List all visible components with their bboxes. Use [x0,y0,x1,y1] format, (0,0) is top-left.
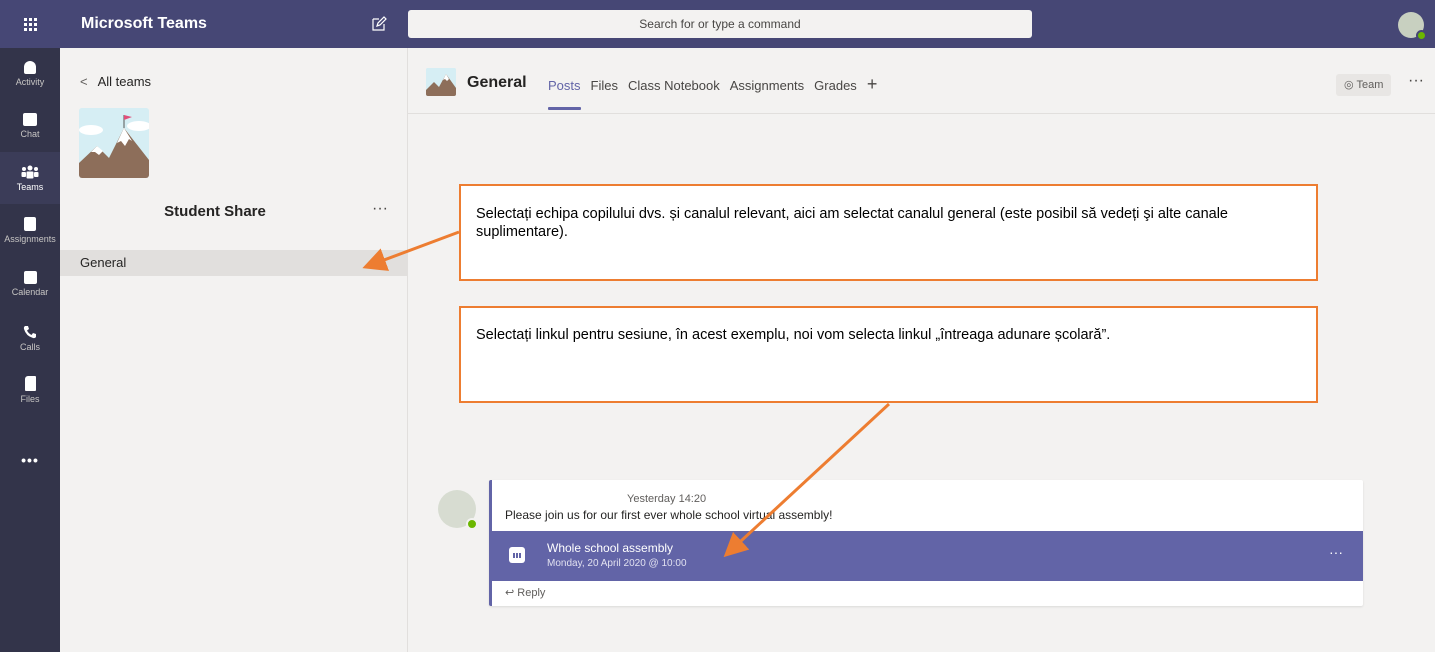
rail-item-label: Calls [19,341,40,352]
mountain-icon [79,108,149,178]
chat-icon [23,113,37,126]
rail-item-label: Teams [16,181,44,192]
tab-files[interactable]: Files [591,78,618,93]
calendar-icon [509,547,525,563]
mountain-icon [426,68,456,96]
team-more-options-button[interactable]: ··· [372,200,388,218]
new-chat-button[interactable] [371,16,387,32]
post-card: Yesterday 14:20 Please join us for our f… [489,480,1363,606]
rail-item-files[interactable]: Files [0,364,60,416]
post-timestamp: Yesterday 14:20 [627,493,707,505]
team-name: Student Share [164,203,266,220]
app-rail: Activity Chat Teams Assignments Calendar… [0,48,60,652]
rail-item-label: Assignments [4,233,56,244]
eye-icon: ◎ [1344,79,1357,91]
app-launcher-button[interactable] [0,0,60,48]
profile-avatar[interactable] [1398,12,1427,41]
instruction-callout-meeting: Selectați linkul pentru sesiune, în aces… [459,306,1318,403]
reply-button[interactable]: ↩ Reply [505,586,545,599]
rail-item-label: Calendar [11,287,49,297]
waffle-icon [23,17,37,31]
top-bar: Microsoft Teams Search for or type a com… [0,0,1435,48]
reply-label: Reply [517,587,546,599]
tab-posts[interactable]: Posts [548,78,581,110]
phone-icon [23,325,36,338]
file-icon [24,376,36,391]
chevron-left-icon: < [80,74,88,89]
rail-item-label: Files [20,394,40,404]
team-button[interactable]: ◎ Team [1336,74,1392,96]
channel-more-options-button[interactable]: ··· [1408,72,1424,90]
more-apps-button[interactable]: ••• [0,452,60,472]
channel-team-icon [426,68,456,96]
post-text: Please join us for our first ever whole … [505,508,833,522]
rail-item-assignments[interactable]: Assignments [0,204,60,256]
presence-available-icon [466,518,478,530]
channel-tabs: Posts Files Class Notebook Assignments G… [548,75,878,110]
team-picture [79,108,149,178]
all-teams-label: All teams [97,74,152,89]
meeting-link-card[interactable]: Whole school assembly Monday, 20 April 2… [489,531,1363,581]
add-tab-button[interactable]: + [867,75,878,93]
calendar-icon [23,271,37,284]
assignments-icon [24,216,36,231]
rail-item-calendar[interactable]: Calendar [0,258,60,310]
channel-item-general[interactable]: General [60,250,408,276]
instruction-callout-channel: Selectați echipa copilului dvs. și canal… [459,184,1318,281]
meeting-date: Monday, 20 April 2020 @ 10:00 [547,558,687,569]
channel-title: General [467,74,527,91]
meeting-more-options-button[interactable]: ··· [1329,544,1343,560]
rail-item-activity[interactable]: Activity [0,48,60,100]
rail-item-chat[interactable]: Chat [0,100,60,152]
reply-arrow-icon: ↩ [505,587,518,599]
channel-header: General Posts Files Class Notebook Assig… [408,48,1435,114]
meeting-title[interactable]: Whole school assembly [547,541,673,555]
rail-item-calls[interactable]: Calls [0,312,60,364]
rail-item-label: Chat [20,129,40,139]
teams-icon [21,165,39,178]
tab-class-notebook[interactable]: Class Notebook [628,78,720,93]
rail-item-teams[interactable]: Teams [0,152,60,204]
compose-icon [372,16,387,31]
search-input[interactable]: Search for or type a command [408,10,1032,38]
app-title: Microsoft Teams [81,15,207,32]
teams-left-panel: < All teams Student Share ··· General [60,48,408,652]
post-author-avatar[interactable] [438,490,478,530]
bell-icon [24,61,36,74]
presence-available-icon [1416,30,1427,41]
all-teams-link[interactable]: < All teams [80,74,151,89]
tab-assignments[interactable]: Assignments [730,78,804,93]
tab-grades[interactable]: Grades [814,78,857,93]
rail-item-label: Activity [15,77,45,87]
team-button-label: Team [1356,79,1384,91]
